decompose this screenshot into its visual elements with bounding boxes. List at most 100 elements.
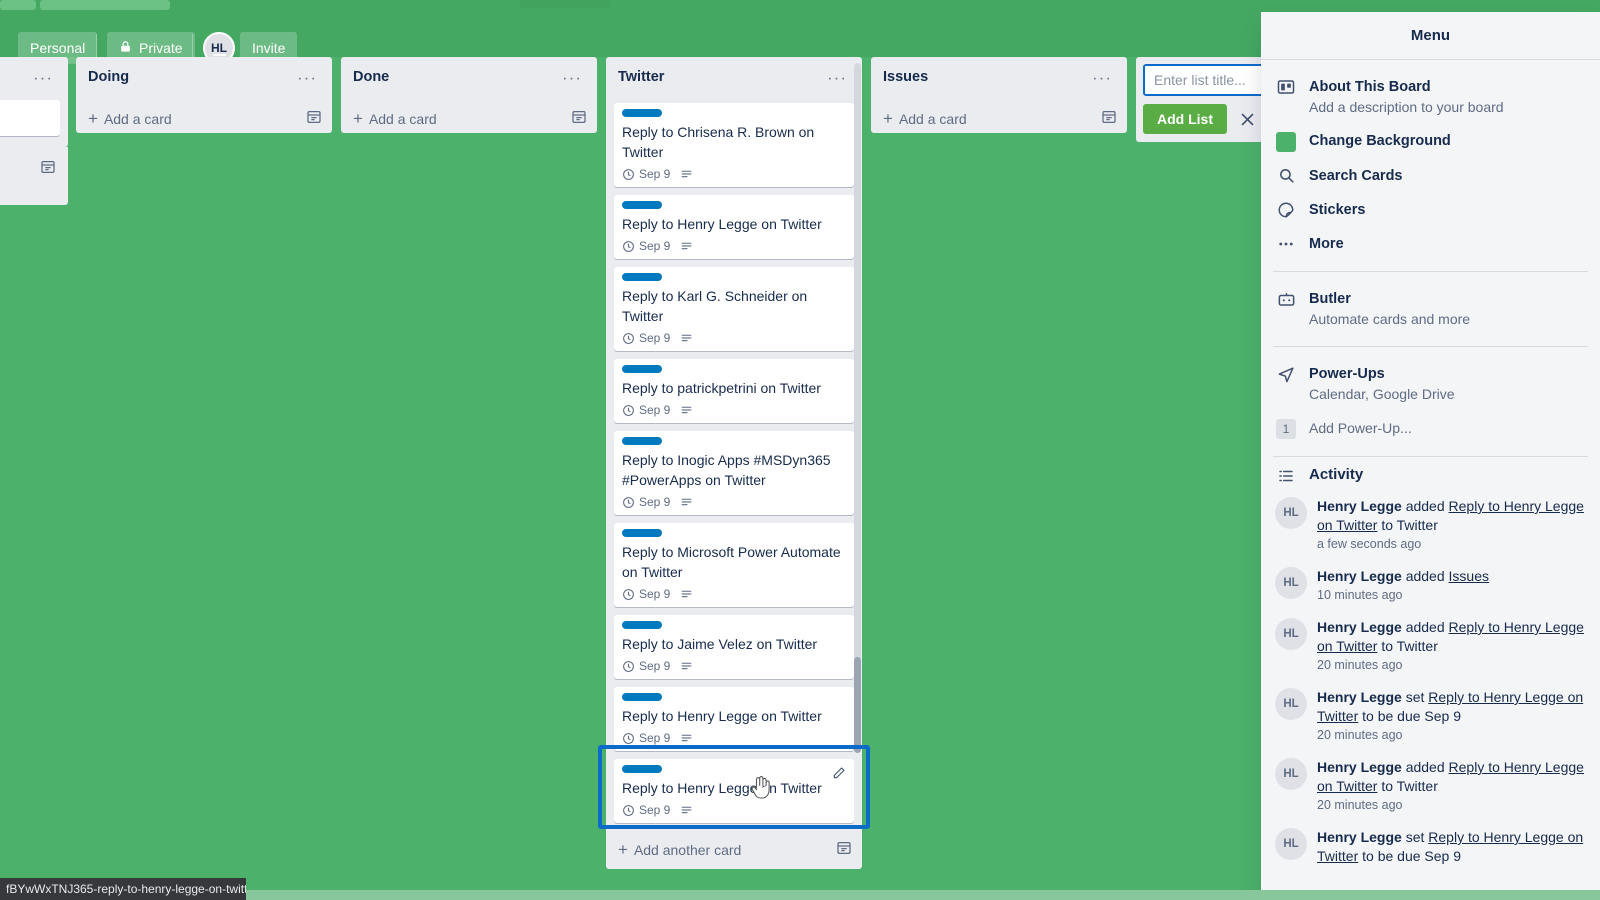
activity-timestamp: 20 minutes ago bbox=[1317, 728, 1403, 742]
card[interactable]: Reply to Henry Legge on Twitter Sep 9 bbox=[614, 195, 854, 259]
sidebar-item-label-add-powerup: Add Power-Up... bbox=[1309, 420, 1412, 436]
plus-icon: + bbox=[618, 839, 628, 859]
sidebar-item-about-this-board[interactable]: About This Board Add a description to yo… bbox=[1261, 70, 1600, 124]
list-title-twitter[interactable]: Twitter bbox=[618, 67, 664, 87]
card-label-blue[interactable] bbox=[622, 201, 662, 209]
activity-avatar[interactable]: HL bbox=[1275, 618, 1307, 650]
add-a-card-issues[interactable]: + Add a card bbox=[871, 100, 1127, 138]
card-label-blue[interactable] bbox=[622, 109, 662, 117]
clock-icon bbox=[622, 404, 635, 417]
due-date-badge[interactable]: Sep 9 bbox=[622, 495, 670, 509]
list-title-doing[interactable]: Doing bbox=[88, 67, 129, 87]
due-date-value: Sep 9 bbox=[639, 403, 671, 417]
list-actions-menu-icon-issues[interactable]: ··· bbox=[1085, 67, 1119, 92]
card-template-icon-doing[interactable] bbox=[306, 109, 322, 128]
sidebar-item-power-ups[interactable]: Power-Ups Calendar, Google Drive bbox=[1261, 357, 1600, 411]
activity-text: Henry Legge set Reply to Henry Legge on … bbox=[1317, 829, 1584, 864]
due-date-badge[interactable]: Sep 9 bbox=[622, 403, 670, 417]
list-column-issues[interactable]: Issues ··· + Add a card bbox=[871, 57, 1127, 133]
due-date-badge[interactable]: Sep 9 bbox=[622, 331, 670, 345]
add-another-card-label: Add another card bbox=[633, 841, 742, 858]
list-actions-menu-icon-doing[interactable]: ··· bbox=[290, 67, 324, 92]
add-list-submit-button[interactable]: Add List bbox=[1143, 104, 1227, 134]
activity-avatar[interactable]: HL bbox=[1275, 497, 1307, 529]
description-badge bbox=[680, 168, 693, 181]
activity-avatar[interactable]: HL bbox=[1275, 567, 1307, 599]
activity-target-link[interactable]: Issues bbox=[1449, 568, 1489, 584]
header-divider-2 bbox=[192, 34, 193, 58]
list-column-partial-footer bbox=[0, 147, 68, 205]
clock-icon bbox=[622, 660, 635, 673]
due-date-badge[interactable]: Sep 9 bbox=[622, 587, 670, 601]
due-date-badge[interactable]: Sep 9 bbox=[622, 659, 670, 673]
activity-label: Activity bbox=[1309, 466, 1364, 483]
list-actions-menu-icon-done[interactable]: ··· bbox=[555, 67, 589, 92]
clock-icon bbox=[622, 804, 635, 817]
card-label-blue[interactable] bbox=[622, 621, 662, 629]
description-icon bbox=[680, 804, 693, 817]
activity-text: Henry Legge added Reply to Henry Legge o… bbox=[1317, 498, 1584, 533]
card-label-blue[interactable] bbox=[622, 273, 662, 281]
list-title-issues[interactable]: Issues bbox=[883, 67, 928, 87]
sidebar-item-search-cards[interactable]: Search Cards bbox=[1261, 159, 1600, 193]
list-title-done[interactable]: Done bbox=[353, 67, 389, 87]
card-composer-input[interactable] bbox=[0, 100, 60, 136]
sidebar-item-label-stickers: Stickers bbox=[1309, 202, 1366, 218]
private-label: Private bbox=[139, 40, 183, 56]
due-date-value: Sep 9 bbox=[639, 731, 671, 745]
card[interactable]: Reply to Jaime Velez on Twitter Sep 9 bbox=[614, 615, 854, 679]
card[interactable]: Reply to Chrisena R. Brown on Twitter Sep… bbox=[614, 103, 854, 187]
add-another-card-twitter[interactable]: + Add another card bbox=[606, 831, 862, 869]
sidebar-item-change-background[interactable]: Change Background bbox=[1261, 124, 1600, 159]
card[interactable]: Reply to Microsoft Power Automate on Twi… bbox=[614, 523, 854, 607]
card-title: Reply to Microsoft Power Automate on Twi… bbox=[622, 544, 841, 580]
activity-body: Henry Legge added Reply to Henry Legge o… bbox=[1317, 618, 1588, 672]
card-template-icon-issues[interactable] bbox=[1101, 109, 1117, 128]
list-actions-menu-icon[interactable]: ··· bbox=[26, 67, 60, 92]
list-column-done[interactable]: Done ··· + Add a card bbox=[341, 57, 597, 133]
sidebar-item-label-powerups: Power-Ups bbox=[1309, 366, 1385, 382]
list-column-partial[interactable]: ··· bbox=[0, 57, 68, 147]
card-label-blue[interactable] bbox=[622, 437, 662, 445]
due-date-badge[interactable]: Sep 9 bbox=[622, 731, 670, 745]
list-scrollbar-thumb[interactable] bbox=[854, 657, 861, 753]
activity-avatar[interactable]: HL bbox=[1275, 758, 1307, 790]
activity-body: Henry Legge added Reply to Henry Legge o… bbox=[1317, 758, 1588, 812]
card[interactable]: Reply to Henry Legge on Twitter Sep 9 bbox=[614, 759, 854, 823]
due-date-badge[interactable]: Sep 9 bbox=[622, 239, 670, 253]
due-date-badge[interactable]: Sep 9 bbox=[622, 167, 670, 181]
card[interactable]: Reply to Henry Legge on Twitter Sep 9 bbox=[614, 687, 854, 751]
card-template-icon-done[interactable] bbox=[571, 109, 587, 128]
card-template-icon-twitter[interactable] bbox=[836, 840, 852, 859]
list-column-twitter[interactable]: Twitter ··· Reply to Chrisena R. Brown o… bbox=[606, 57, 862, 869]
card-label-blue[interactable] bbox=[622, 765, 662, 773]
card-label-blue[interactable] bbox=[622, 693, 662, 701]
list-scrollbar-twitter[interactable] bbox=[854, 63, 861, 753]
sidebar-item-add-power-up[interactable]: 1 Add Power-Up... bbox=[1261, 411, 1600, 446]
card[interactable]: Reply to Inogic Apps #MSDyn365 #PowerApp… bbox=[614, 431, 854, 515]
edit-card-pencil-icon[interactable] bbox=[832, 766, 848, 782]
activity-avatar[interactable]: HL bbox=[1275, 828, 1307, 860]
add-a-card-label-issues: Add a card bbox=[898, 110, 967, 127]
card-template-icon[interactable] bbox=[40, 159, 56, 180]
sidebar-item-sub-about: Add a description to your board bbox=[1309, 99, 1504, 115]
add-a-card-done[interactable]: + Add a card bbox=[341, 100, 597, 138]
card[interactable]: Reply to Karl G. Schneider on Twitter Sep… bbox=[614, 267, 854, 351]
card-label-blue[interactable] bbox=[622, 365, 662, 373]
list-column-doing[interactable]: Doing ··· + Add a card bbox=[76, 57, 332, 133]
card[interactable]: Reply to patrickpetrini on Twitter Sep 9 bbox=[614, 359, 854, 423]
activity-text: Henry Legge added Reply to Henry Legge o… bbox=[1317, 619, 1584, 654]
sidebar-item-stickers[interactable]: Stickers bbox=[1261, 193, 1600, 227]
invite-label: Invite bbox=[252, 40, 286, 56]
activity-avatar[interactable]: HL bbox=[1275, 688, 1307, 720]
card-label-blue[interactable] bbox=[622, 529, 662, 537]
cards-area-twitter[interactable]: Reply to Chrisena R. Brown on Twitter Sep… bbox=[606, 100, 862, 831]
add-a-card-doing[interactable]: + Add a card bbox=[76, 100, 332, 138]
due-date-badge[interactable]: Sep 9 bbox=[622, 803, 670, 817]
sidebar-item-more[interactable]: More bbox=[1261, 227, 1600, 261]
personal-label: Personal bbox=[30, 40, 86, 56]
sidebar-item-butler[interactable]: Butler Automate cards and more bbox=[1261, 282, 1600, 336]
close-x-icon[interactable] bbox=[1231, 103, 1263, 135]
list-actions-menu-icon-twitter[interactable]: ··· bbox=[820, 67, 854, 92]
clock-icon bbox=[622, 240, 635, 253]
